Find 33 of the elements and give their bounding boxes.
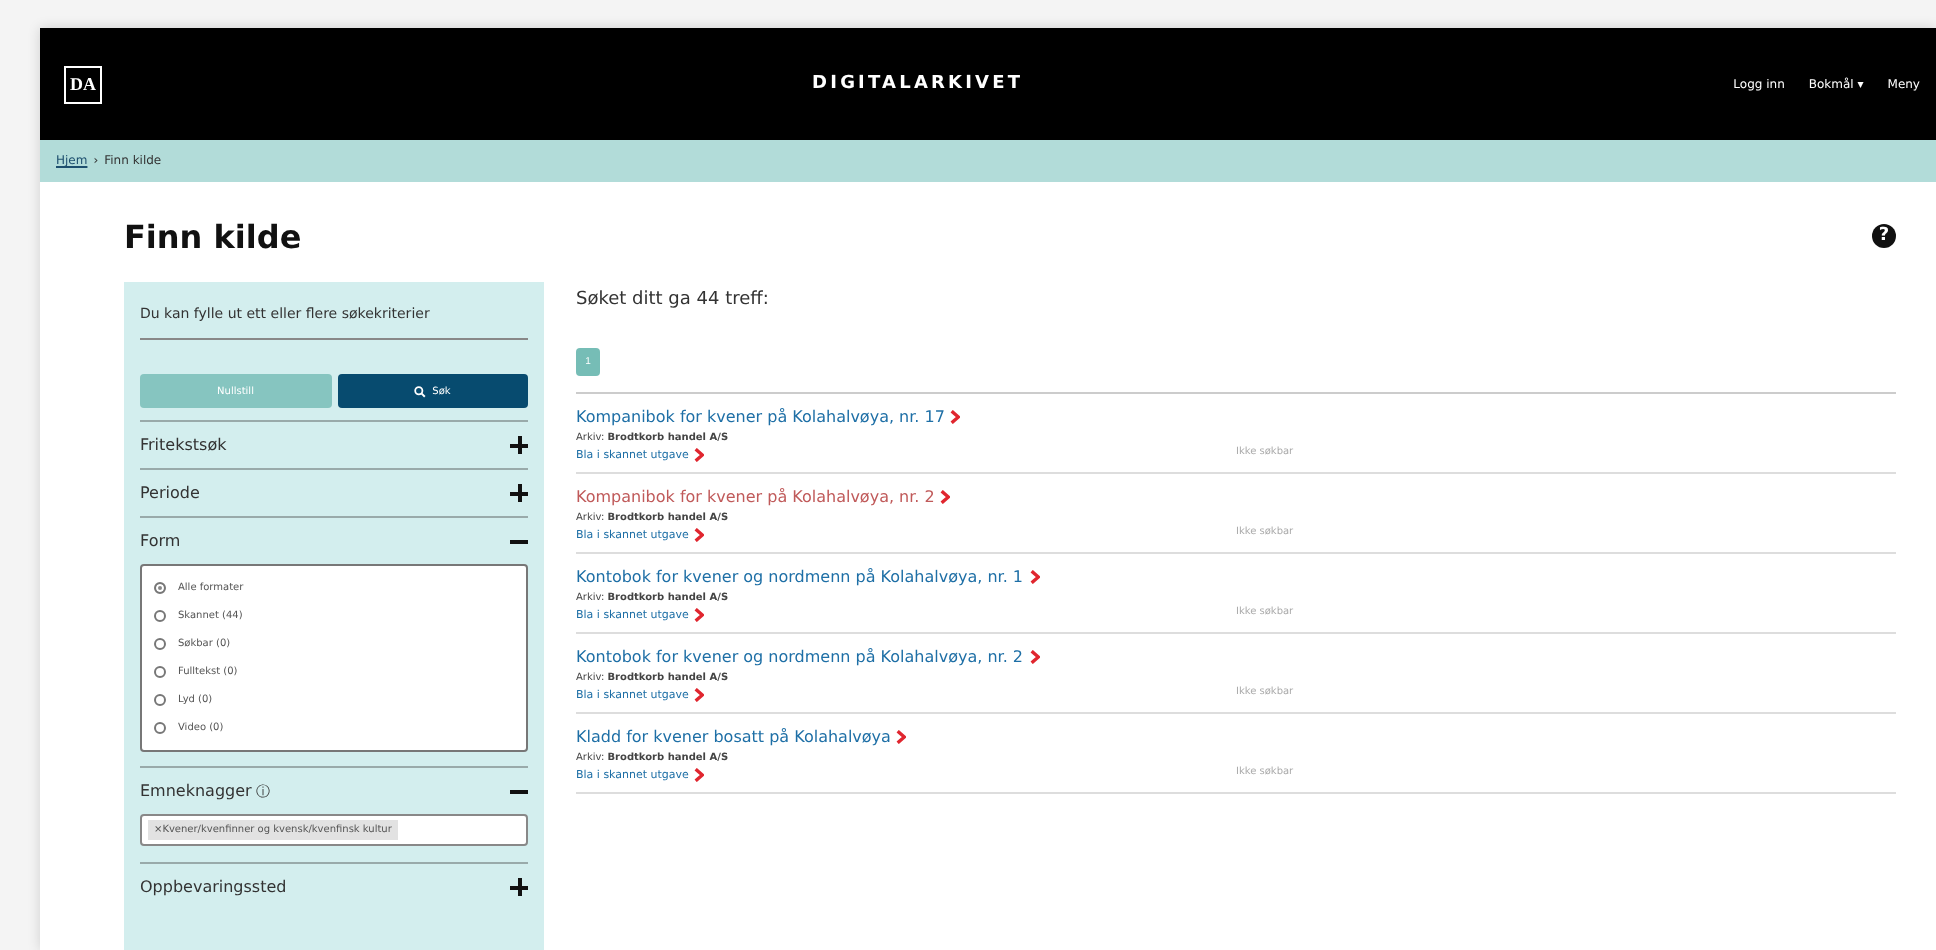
section-header[interactable]: Periode xyxy=(140,468,528,516)
help-button[interactable]: ? xyxy=(1872,224,1896,248)
chevron-icon xyxy=(940,490,951,504)
expand-icon[interactable] xyxy=(510,436,528,454)
chevron-icon xyxy=(950,410,961,424)
result-title-link[interactable]: Kompanibok for kvener på Kolahalvøya, nr. 2 xyxy=(576,488,935,506)
chevron-icon xyxy=(896,730,907,744)
chevron-icon xyxy=(1029,650,1039,664)
chevron-icon xyxy=(694,528,705,542)
chevron-icon xyxy=(694,448,705,462)
result-title-link[interactable]: Kontobok for kvener og nordmenn på Kolahalvøya, nr. 2 xyxy=(576,648,1023,666)
site-title: DIGITALARKIVET xyxy=(810,74,1026,94)
logo[interactable]: DA xyxy=(64,65,102,103)
search-icon xyxy=(414,385,427,397)
radio-button[interactable] xyxy=(154,722,166,734)
expand-icon[interactable] xyxy=(510,878,528,896)
chevron-icon xyxy=(1029,570,1039,584)
result-title-link[interactable]: Kontobok for kvener og nordmenn på Kolahalvøya, nr. 1 xyxy=(576,568,1023,586)
section-header[interactable]: Fritekstsøk xyxy=(140,420,528,468)
result-summary: Søket ditt ga 44 treff: xyxy=(576,288,771,314)
page-title: Finn kilde xyxy=(124,217,302,255)
radio-button[interactable] xyxy=(154,694,166,706)
radio-button[interactable] xyxy=(154,638,166,650)
chevron-icon xyxy=(694,608,705,622)
chevron-icon xyxy=(694,688,705,702)
section-header[interactable]: Oppbevaringssted xyxy=(140,862,528,910)
result-title-link[interactable]: Kladd for kvener bosatt på Kolahalvøya xyxy=(576,728,891,746)
radio-button[interactable] xyxy=(154,666,166,678)
radio-button[interactable] xyxy=(154,610,166,622)
expand-icon[interactable] xyxy=(510,484,528,502)
radio-button[interactable] xyxy=(154,582,166,594)
chevron-icon xyxy=(694,768,705,782)
result-title-link[interactable]: Kompanibok for kvener på Kolahalvøya, nr. 17 xyxy=(576,408,945,426)
